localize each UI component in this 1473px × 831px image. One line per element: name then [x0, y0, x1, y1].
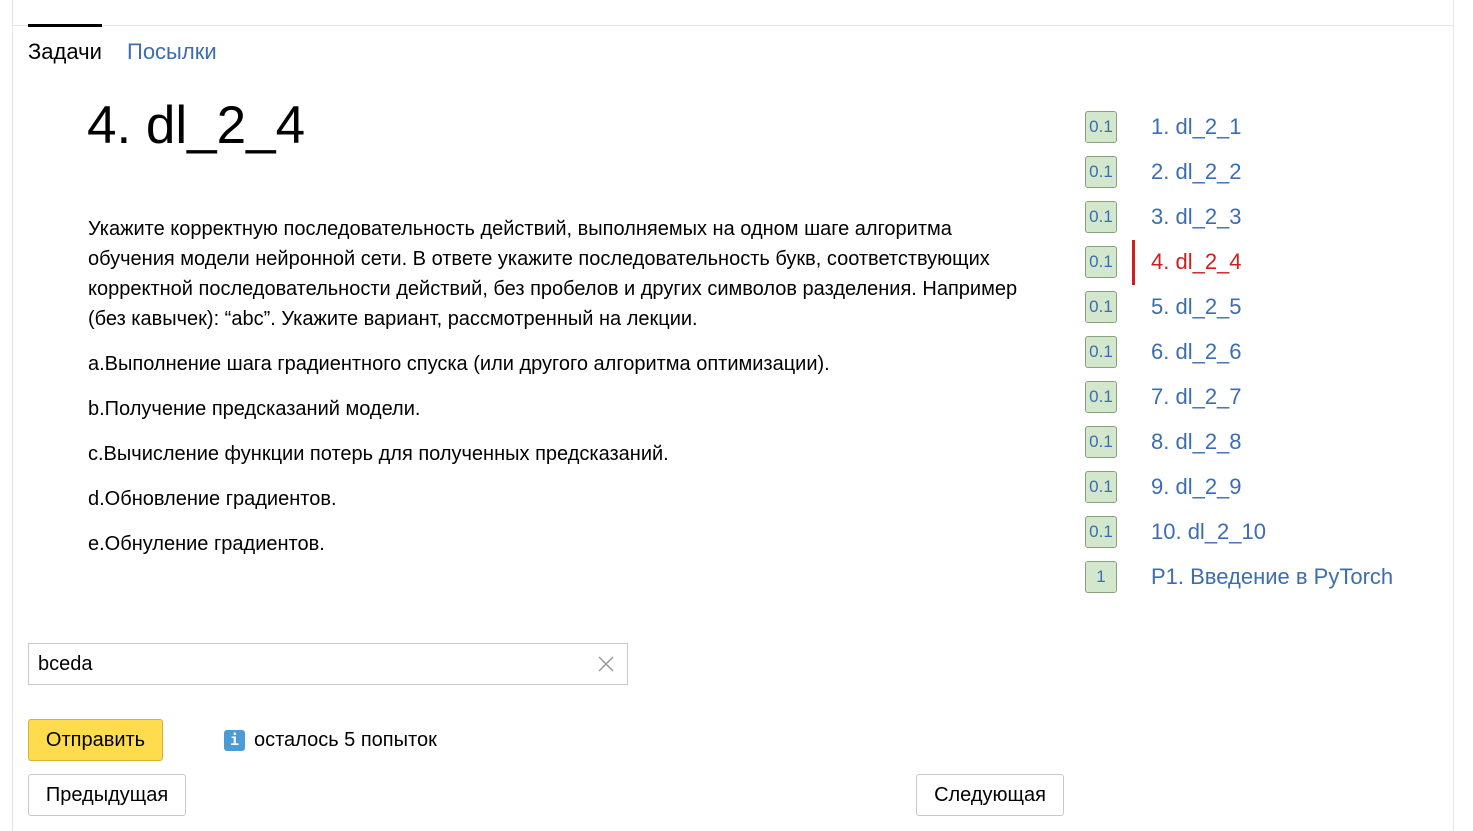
problem-statement: Укажите корректную последовательность де…: [88, 214, 1028, 574]
task-item-5[interactable]: 0.1 5. dl_2_5: [1085, 285, 1445, 330]
close-icon[interactable]: [597, 655, 615, 673]
task-item-8[interactable]: 0.1 8. dl_2_8: [1085, 420, 1445, 465]
previous-button[interactable]: Предыдущая: [28, 774, 186, 816]
task-link[interactable]: 8. dl_2_8: [1151, 429, 1242, 455]
task-link[interactable]: 1. dl_2_1: [1151, 114, 1242, 140]
info-icon: i: [224, 729, 245, 751]
task-item-p1[interactable]: 1 P1. Введение в PyTorch: [1085, 555, 1445, 600]
tab-submissions[interactable]: Посылки: [127, 24, 217, 63]
task-item-10[interactable]: 0.1 10. dl_2_10: [1085, 510, 1445, 555]
statement-intro: Укажите корректную последовательность де…: [88, 218, 1018, 330]
score-badge: 0.1: [1085, 156, 1117, 188]
answer-input[interactable]: [29, 644, 589, 684]
score-badge: 0.1: [1085, 246, 1117, 278]
task-item-4-current[interactable]: 0.1 4. dl_2_4: [1085, 240, 1445, 285]
task-item-2[interactable]: 0.1 2. dl_2_2: [1085, 150, 1445, 195]
header-divider: [12, 25, 1454, 26]
task-link[interactable]: 9. dl_2_9: [1151, 474, 1242, 500]
score-badge: 0.1: [1085, 516, 1117, 548]
statement-option-e: e.Обнуление градиентов.: [88, 533, 325, 555]
tab-tasks[interactable]: Задачи: [28, 24, 102, 63]
task-item-1[interactable]: 0.1 1. dl_2_1: [1085, 105, 1445, 150]
current-task-marker: [1132, 240, 1135, 285]
task-link[interactable]: 7. dl_2_7: [1151, 384, 1242, 410]
statement-option-d: d.Обновление градиентов.: [88, 488, 337, 510]
task-link[interactable]: 3. dl_2_3: [1151, 204, 1242, 230]
score-badge: 0.1: [1085, 426, 1117, 458]
statement-option-c: c.Вычисление функции потерь для полученн…: [88, 443, 669, 465]
task-link[interactable]: P1. Введение в PyTorch: [1151, 564, 1393, 590]
task-link[interactable]: 6. dl_2_6: [1151, 339, 1242, 365]
task-link[interactable]: 10. dl_2_10: [1151, 519, 1266, 545]
score-badge: 0.1: [1085, 111, 1117, 143]
submit-button[interactable]: Отправить: [28, 719, 163, 761]
task-item-6[interactable]: 0.1 6. dl_2_6: [1085, 330, 1445, 375]
task-list: 0.1 1. dl_2_1 0.1 2. dl_2_2 0.1 3. dl_2_…: [1085, 105, 1445, 600]
score-badge: 0.1: [1085, 291, 1117, 323]
score-badge: 0.1: [1085, 471, 1117, 503]
task-link[interactable]: 2. dl_2_2: [1151, 159, 1242, 185]
attempts-info: i осталось 5 попыток: [224, 728, 437, 752]
statement-option-b: b.Получение предсказаний модели.: [88, 398, 421, 420]
task-link[interactable]: 4. dl_2_4: [1151, 249, 1242, 275]
score-badge: 0.1: [1085, 336, 1117, 368]
task-link[interactable]: 5. dl_2_5: [1151, 294, 1242, 320]
score-badge: 0.1: [1085, 201, 1117, 233]
problem-title: 4. dl_2_4: [87, 96, 306, 155]
score-badge: 0.1: [1085, 381, 1117, 413]
statement-option-a: a.Выполнение шага градиентного спуска (и…: [88, 353, 830, 375]
task-item-9[interactable]: 0.1 9. dl_2_9: [1085, 465, 1445, 510]
answer-field: [28, 643, 628, 685]
attempts-text: осталось 5 попыток: [254, 729, 437, 751]
score-badge: 1: [1085, 561, 1117, 593]
task-item-3[interactable]: 0.1 3. dl_2_3: [1085, 195, 1445, 240]
task-item-7[interactable]: 0.1 7. dl_2_7: [1085, 375, 1445, 420]
next-button[interactable]: Следующая: [916, 774, 1064, 816]
